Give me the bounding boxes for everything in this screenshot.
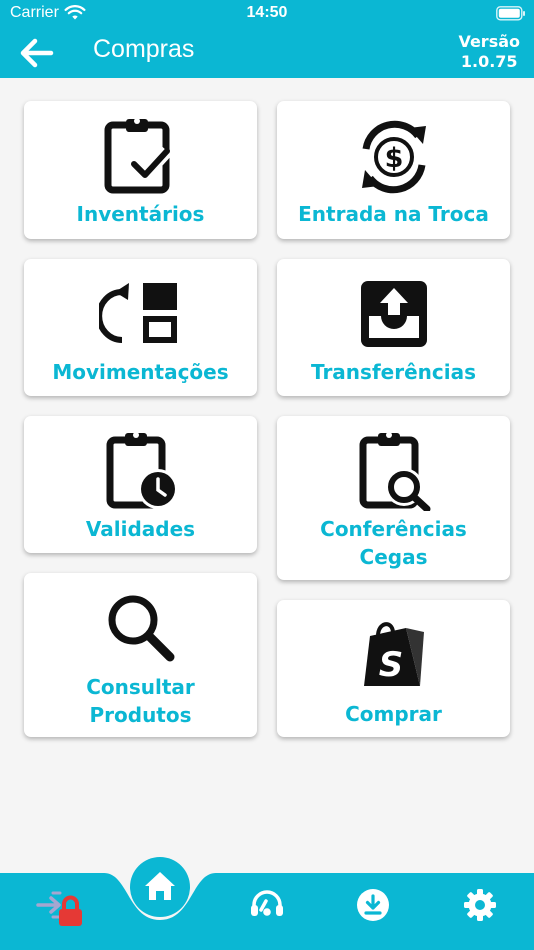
settings-button[interactable]	[463, 888, 497, 922]
logout-lock-button[interactable]	[36, 888, 82, 928]
tile-label: Transferências	[311, 360, 476, 384]
currency-exchange-icon: $	[361, 120, 426, 194]
tile-label: Validades	[85, 517, 196, 541]
app-header: Carrier 14:50 Compras Versão 1.0.75	[0, 0, 534, 78]
svg-text:S: S	[378, 645, 403, 685]
menu-tile-movimentacoes[interactable]: Movimentações	[24, 259, 257, 396]
gear-icon	[464, 889, 496, 921]
version-label: Versão 1.0.75	[458, 32, 520, 72]
version-number: 1.0.75	[460, 52, 518, 71]
menu-tile-inventarios[interactable]: Inventários	[24, 101, 257, 239]
tile-label-line2: Produtos	[89, 703, 192, 727]
support-button[interactable]	[249, 888, 285, 922]
clipboard-clock-icon	[106, 432, 178, 509]
search-icon	[108, 595, 174, 662]
upload-tray-icon	[360, 281, 427, 347]
bottom-navigation-bar	[0, 855, 534, 950]
menu-tile-conferencias-cegas[interactable]: Conferências Cegas	[277, 416, 510, 580]
tile-label-line1: Consultar	[86, 675, 195, 699]
tile-label: Comprar	[345, 702, 442, 726]
back-arrow-icon[interactable]	[18, 36, 56, 70]
menu-tile-entrada-troca[interactable]: $ Entrada na Troca	[277, 101, 510, 239]
menu-tile-transferencias[interactable]: Transferências	[277, 259, 510, 396]
tile-label: Movimentações	[52, 360, 229, 384]
download-icon	[357, 889, 389, 921]
menu-tile-validades[interactable]: Validades	[24, 416, 257, 553]
move-blocks-icon	[98, 283, 177, 343]
home-button[interactable]	[130, 857, 190, 917]
support-headset-icon	[251, 890, 283, 916]
download-button[interactable]	[357, 889, 389, 921]
tile-label: Entrada na Troca	[298, 202, 489, 226]
logout-lock-icon	[36, 891, 82, 926]
page-title: Compras	[93, 35, 195, 63]
svg-text:$: $	[384, 143, 403, 174]
version-label-line1: Versão	[458, 32, 520, 51]
menu-tile-consultar-produtos[interactable]: Consultar Produtos	[24, 573, 257, 737]
clipboard-check-icon	[104, 118, 172, 194]
tile-label: Inventários	[76, 202, 205, 226]
home-icon	[130, 857, 190, 917]
shopping-bag-icon: S	[363, 622, 424, 686]
clipboard-search-icon	[359, 432, 430, 511]
status-time: 14:50	[246, 4, 288, 21]
menu-tile-comprar[interactable]: S Comprar	[277, 600, 510, 737]
tile-label-line1: Conferências	[320, 517, 467, 541]
status-bar: Carrier 14:50	[0, 0, 534, 28]
tile-label-line2: Cegas	[359, 545, 428, 569]
battery-icon	[496, 6, 525, 21]
